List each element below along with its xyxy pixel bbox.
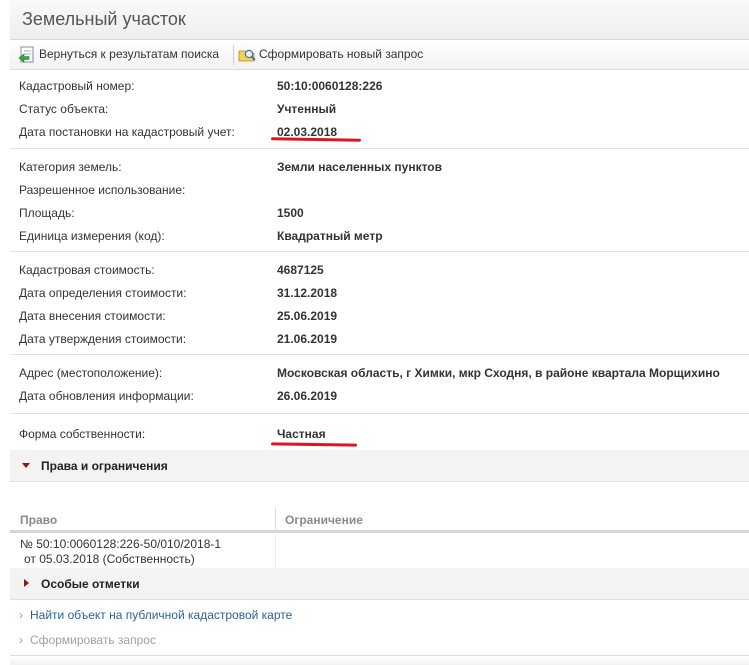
- field-row: Дата обновления информации: 26.06.2019: [10, 386, 749, 406]
- right-number: № 50:10:0060128:226-50/010/2018-1: [20, 537, 222, 551]
- field-label: Дата постановки на кадастровый учет:: [19, 125, 235, 139]
- column-header-right: Право: [20, 513, 58, 527]
- field-row: Кадастровый номер: 50:10:0060128:226: [10, 76, 749, 96]
- field-row: Адрес (местоположение): Московская облас…: [10, 363, 749, 383]
- group-cost: Кадастровая стоимость: 4687125 Дата опре…: [10, 252, 749, 355]
- field-row: Дата внесения стоимости: 25.06.2019: [10, 306, 749, 326]
- field-value: Квадратный метр: [277, 229, 383, 243]
- field-row: Единица измерения (код): Квадратный метр: [10, 226, 749, 246]
- section-special-notes-toggle[interactable]: Особые отметки: [10, 568, 749, 600]
- window-titlebar: Земельный участок: [10, 0, 749, 40]
- link-row-request: › Сформировать запрос: [10, 628, 749, 653]
- field-value: Земли населенных пунктов: [277, 160, 443, 174]
- back-arrow-icon: [18, 46, 36, 64]
- group-ownership: Форма собственности: Частная: [10, 414, 749, 450]
- section-rights-toggle[interactable]: Права и ограничения: [10, 450, 749, 482]
- field-value: 31.12.2018: [277, 286, 338, 300]
- field-label: Дата обновления информации:: [19, 389, 194, 403]
- field-label: Кадастровая стоимость:: [19, 263, 155, 277]
- highlight-underline: [270, 442, 358, 447]
- field-value: 1500: [277, 206, 304, 220]
- section-rights-title: Права и ограничения: [41, 459, 168, 473]
- field-row: Категория земель: Земли населенных пункт…: [10, 157, 749, 177]
- field-value: Учтенный: [277, 102, 337, 116]
- new-query-label: Сформировать новый запрос: [259, 47, 424, 61]
- toolbar: Вернуться к результатам поиска Сформиров…: [10, 40, 749, 70]
- field-label: Кадастровый номер:: [19, 79, 135, 93]
- public-cadastral-map-link[interactable]: Найти объект на публичной кадастровой ка…: [30, 608, 292, 622]
- link-row-map: › Найти объект на публичной кадастровой …: [10, 603, 749, 628]
- section-special-notes-title: Особые отметки: [41, 577, 140, 591]
- form-request-link[interactable]: Сформировать запрос: [30, 633, 156, 647]
- back-to-results-label: Вернуться к результатам поиска: [39, 47, 220, 61]
- caret-down-icon: [22, 463, 30, 468]
- caret-right-icon: [24, 579, 29, 587]
- field-label: Форма собственности:: [19, 427, 146, 441]
- field-row: Площадь: 1500: [10, 203, 749, 223]
- column-header-restriction: Ограничение: [285, 513, 363, 527]
- table-row: № 50:10:0060128:226-50/010/2018-1 от 05.…: [10, 535, 749, 568]
- column-divider: [275, 535, 276, 568]
- toolbar-separator: [233, 45, 234, 65]
- field-value: Московская область, г Химки, мкр Сходня,…: [277, 366, 720, 380]
- field-value: 50:10:0060128:226: [277, 79, 383, 93]
- column-divider: [275, 507, 276, 533]
- chevron-right-icon: ›: [19, 608, 23, 622]
- group-address: Адрес (местоположение): Московская облас…: [10, 355, 749, 414]
- bottom-toolbar: [10, 655, 749, 665]
- field-row: Дата определения стоимости: 31.12.2018: [10, 283, 749, 303]
- field-value: 25.06.2019: [277, 309, 338, 323]
- field-row: Кадастровая стоимость: 4687125: [10, 260, 749, 280]
- rights-table-header: Право Ограничение: [10, 507, 749, 533]
- field-label: Дата определения стоимости:: [19, 286, 187, 300]
- field-value: 21.06.2019: [277, 332, 338, 346]
- field-label: Площадь:: [19, 206, 75, 220]
- field-value: 26.06.2019: [277, 389, 338, 403]
- field-label: Адрес (местоположение):: [19, 366, 163, 380]
- group-identification: Кадастровый номер: 50:10:0060128:226 Ста…: [10, 71, 749, 149]
- field-label: Дата утверждения стоимости:: [19, 332, 187, 346]
- group-land: Категория земель: Земли населенных пункт…: [10, 149, 749, 252]
- field-row: Дата постановки на кадастровый учет: 02.…: [10, 122, 749, 142]
- field-row: Дата утверждения стоимости: 21.06.2019: [10, 329, 749, 349]
- field-row: Статус объекта: Учтенный: [10, 99, 749, 119]
- field-row: Форма собственности: Частная: [10, 424, 749, 444]
- page-title: Земельный участок: [22, 9, 186, 29]
- field-label: Единица измерения (код):: [19, 229, 165, 243]
- field-label: Статус объекта:: [19, 102, 109, 116]
- field-label: Категория земель:: [19, 160, 122, 174]
- new-query-icon: [238, 46, 256, 64]
- field-value: Частная: [277, 427, 326, 441]
- right-date: от 05.03.2018 (Собственность): [24, 552, 195, 566]
- field-value: 4687125: [277, 263, 324, 277]
- field-row: Разрешенное использование:: [10, 180, 749, 200]
- field-label: Дата внесения стоимости:: [19, 309, 166, 323]
- chevron-right-icon: ›: [19, 633, 23, 647]
- field-label: Разрешенное использование:: [19, 183, 186, 197]
